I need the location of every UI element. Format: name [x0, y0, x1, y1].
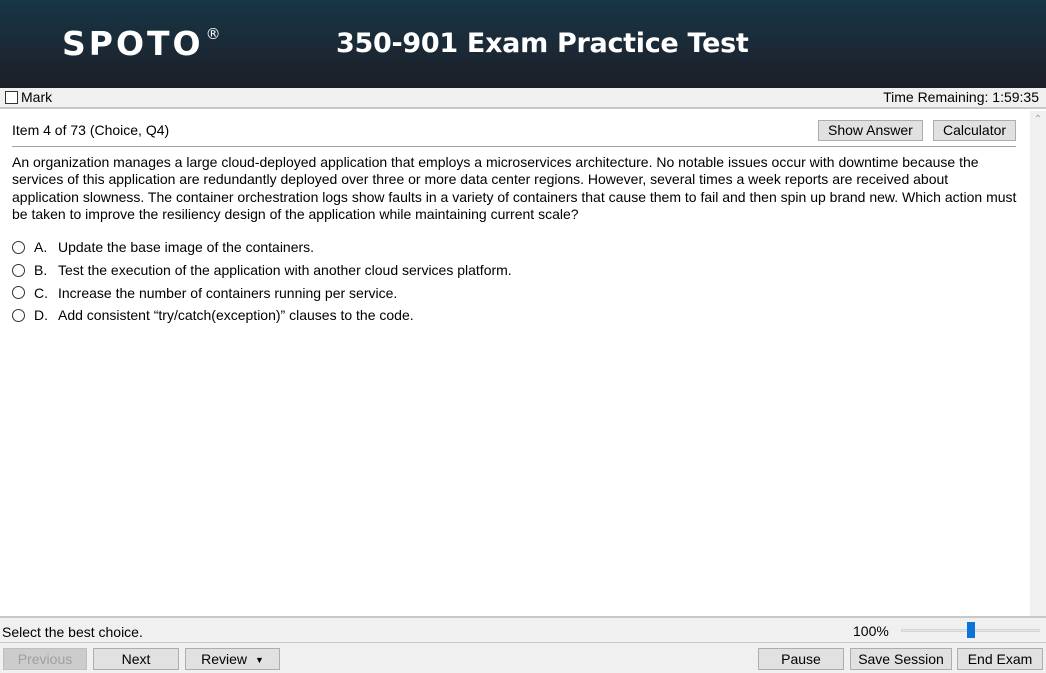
radio-icon[interactable] — [12, 263, 25, 277]
choice-letter: D. — [34, 307, 48, 324]
checkbox-icon[interactable] — [5, 90, 18, 104]
mark-checkbox[interactable]: Mark — [5, 89, 52, 105]
review-button[interactable]: Review ▼ — [185, 648, 280, 670]
time-remaining: Time Remaining: 1:59:35 — [883, 89, 1039, 105]
save-session-button[interactable]: Save Session — [850, 648, 952, 670]
status-bar: Select the best choice. 100% — [0, 616, 1046, 643]
radio-icon[interactable] — [12, 308, 25, 322]
top-toolbar: Mark Time Remaining: 1:59:35 — [0, 88, 1046, 109]
caret-down-icon: ▼ — [254, 655, 264, 665]
choice-text: Test the execution of the application wi… — [58, 262, 512, 279]
slider-thumb[interactable] — [966, 622, 975, 638]
end-exam-button[interactable]: End Exam — [957, 648, 1043, 670]
navigation-bar: Previous Next Review ▼ Pause Save Session… — [0, 643, 1046, 673]
registered-mark: ® — [205, 25, 221, 43]
divider — [12, 146, 1016, 147]
zoom-slider[interactable] — [901, 622, 1040, 639]
choice-letter: C. — [34, 284, 48, 301]
item-heading: Item 4 of 73 (Choice, Q4) — [12, 122, 170, 138]
next-button[interactable]: Next — [93, 648, 179, 670]
choice-c[interactable]: C. Increase the number of containers run… — [12, 281, 512, 304]
choice-letter: A. — [34, 239, 48, 256]
choice-b[interactable]: B. Test the execution of the application… — [12, 259, 512, 282]
choice-d[interactable]: D. Add consistent “try/catch(exception)”… — [12, 304, 512, 327]
radio-icon[interactable] — [12, 286, 25, 300]
choice-text: Increase the number of containers runnin… — [58, 284, 398, 301]
question-text: An organization manages a large cloud-de… — [12, 154, 1017, 222]
logo-text: SPOTO — [62, 24, 204, 63]
previous-button[interactable]: Previous — [3, 648, 87, 670]
instruction-text: Select the best choice. — [2, 624, 143, 640]
pause-button[interactable]: Pause — [758, 648, 844, 670]
show-answer-button[interactable]: Show Answer — [818, 120, 923, 141]
radio-icon[interactable] — [12, 240, 25, 254]
review-label: Review — [201, 651, 247, 667]
choice-a[interactable]: A. Update the base image of the containe… — [12, 236, 512, 259]
mark-label: Mark — [21, 89, 53, 105]
chevron-up-icon[interactable]: ⌃ — [1030, 113, 1046, 127]
zoom-level: 100% — [853, 623, 889, 639]
choice-letter: B. — [34, 262, 48, 279]
app-header: SPOTO ® 350-901 Exam Practice Test — [0, 0, 1046, 88]
answer-choices: A. Update the base image of the containe… — [12, 236, 512, 327]
exam-title: 350-901 Exam Practice Test — [336, 28, 749, 59]
spoto-logo: SPOTO ® — [62, 24, 221, 63]
choice-text: Update the base image of the containers. — [58, 239, 315, 256]
vertical-scrollbar[interactable]: ⌃ — [1030, 111, 1046, 616]
question-panel: Item 4 of 73 (Choice, Q4) Show Answer Ca… — [0, 111, 1030, 616]
calculator-button[interactable]: Calculator — [933, 120, 1017, 141]
choice-text: Add consistent “try/catch(exception)” cl… — [58, 307, 414, 324]
